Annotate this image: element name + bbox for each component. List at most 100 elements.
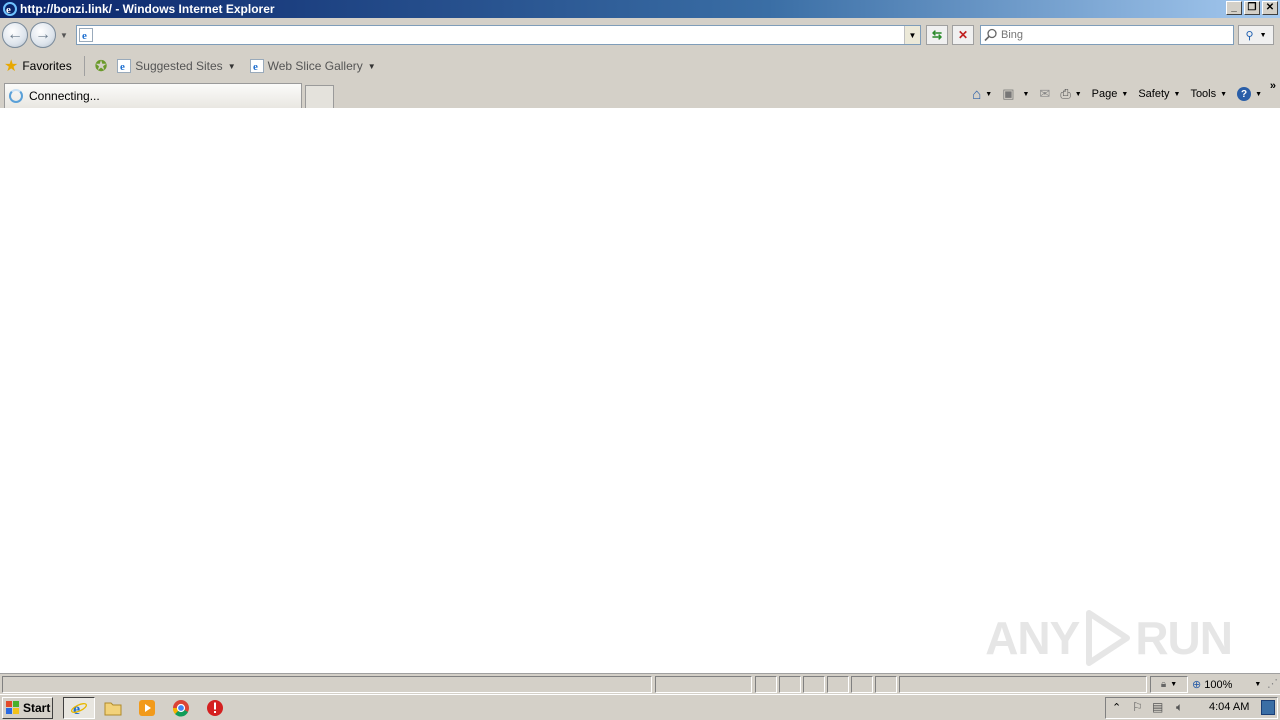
home-icon: ⌂ xyxy=(972,85,982,103)
watermark-play-icon xyxy=(1086,610,1131,666)
page-content[interactable]: ANY RUN xyxy=(0,108,1280,673)
safety-menu[interactable]: Safety ▼ xyxy=(1134,84,1184,104)
svg-text:e: e xyxy=(253,61,258,73)
suggested-sites-ie-icon: e xyxy=(117,59,132,73)
status-panel xyxy=(779,676,801,693)
home-button[interactable]: ⌂ ▼ xyxy=(968,84,996,104)
show-desktop-icon[interactable] xyxy=(1261,700,1275,715)
read-mail-button[interactable]: ✉ xyxy=(1035,84,1054,104)
feeds-icon: ▣ xyxy=(1002,86,1015,101)
chevron-down-icon: ▼ xyxy=(1170,681,1178,688)
title-bar[interactable]: e http://bonzi.link/ - Windows Internet … xyxy=(0,0,1280,18)
search-icon xyxy=(984,28,997,42)
chevron-down-icon: ▼ xyxy=(985,90,993,98)
recent-pages-dropdown[interactable]: ▼ xyxy=(60,31,68,40)
svg-text:e: e xyxy=(120,61,125,73)
search-options-dropdown-icon: ▼ xyxy=(1259,31,1267,39)
window-controls: _ ❐ ✕ xyxy=(1226,1,1278,15)
taskbar-media-player-button[interactable] xyxy=(131,697,163,719)
status-bar: 🔒︎ ▼ ⊕ 100% ▼ ⋰ xyxy=(0,673,1280,693)
explorer-folder-icon xyxy=(104,702,122,716)
status-panel xyxy=(827,676,849,693)
taskbar-stop-app-button[interactable] xyxy=(199,697,231,719)
media-player-icon xyxy=(139,700,155,716)
feeds-button[interactable]: ▣ ▼ xyxy=(998,84,1033,104)
chevron-down-icon: ▼ xyxy=(1173,90,1181,98)
minimize-icon: _ xyxy=(1231,2,1237,13)
web-slice-gallery-label: Web Slice Gallery xyxy=(267,59,363,73)
address-input[interactable] xyxy=(95,27,895,43)
resize-grip-icon[interactable]: ⋰ xyxy=(1267,677,1278,690)
status-panel xyxy=(803,676,825,693)
refresh-button[interactable]: ⇆ xyxy=(926,25,948,45)
start-button[interactable]: Start xyxy=(2,697,53,719)
search-go-button[interactable]: ⚲ ▼ xyxy=(1238,25,1274,45)
network-icon[interactable]: ▤ xyxy=(1152,700,1163,714)
chrome-icon xyxy=(172,700,189,717)
chevron-down-icon: ▼ xyxy=(1022,90,1030,98)
ie-icon: e xyxy=(3,2,17,16)
window-title: http://bonzi.link/ - Windows Internet Ex… xyxy=(20,2,275,16)
add-to-favorites-bar-button[interactable]: ✪ xyxy=(91,55,112,77)
taskbar-ie-button[interactable]: e xyxy=(63,697,95,719)
print-button[interactable]: ⎙ ▼ xyxy=(1056,84,1085,104)
status-panel xyxy=(851,676,873,693)
chevron-down-icon: ▼ xyxy=(1254,681,1262,688)
chevron-down-icon: ▼ xyxy=(227,61,236,71)
protected-mode-button[interactable]: 🔒︎ ▼ xyxy=(1150,676,1188,693)
favorites-bar: ★ Favorites ✪ e Suggested Sites ▼ e Web … xyxy=(0,52,1280,80)
chevron-down-icon: ▼ xyxy=(1220,90,1228,98)
svg-text:e: e xyxy=(6,4,11,16)
help-icon: ? xyxy=(1237,87,1252,101)
favorites-button[interactable]: ★ Favorites xyxy=(0,55,76,77)
web-slice-gallery-link[interactable]: e Web Slice Gallery ▼ xyxy=(249,59,376,73)
lock-icon: 🔒︎ xyxy=(1160,679,1167,690)
chevron-down-icon: ▼ xyxy=(367,61,376,71)
back-button[interactable]: ← xyxy=(2,22,28,48)
tab-active[interactable]: Connecting... xyxy=(4,83,302,108)
minimize-button[interactable]: _ xyxy=(1226,1,1242,15)
show-hidden-icons-icon[interactable]: ⌃ xyxy=(1112,701,1121,714)
clock[interactable]: 4:04 AM xyxy=(1209,701,1249,713)
stop-button[interactable]: ✕ xyxy=(952,25,974,45)
address-bar[interactable]: e ▼ xyxy=(76,25,921,45)
start-label: Start xyxy=(23,701,51,715)
forward-button[interactable]: → xyxy=(30,22,56,48)
taskbar-explorer-button[interactable] xyxy=(97,697,129,719)
more-commands-chevron-icon[interactable]: » xyxy=(1270,80,1276,92)
forward-icon: → xyxy=(35,26,51,43)
tools-menu[interactable]: Tools ▼ xyxy=(1186,84,1231,104)
status-panel xyxy=(875,676,897,693)
address-dropdown-button[interactable]: ▼ xyxy=(904,26,920,44)
new-tab-button[interactable] xyxy=(305,85,334,108)
anyrun-watermark: ANY RUN xyxy=(985,609,1233,667)
add-favorites-icon: ✪ xyxy=(94,58,108,75)
action-center-flag-icon[interactable]: ⚐ xyxy=(1132,700,1143,714)
page-menu[interactable]: Page ▼ xyxy=(1088,84,1133,104)
command-bar: ⌂ ▼ ▣ ▼ ✉ ⎙ ▼ Page ▼ Safety ▼ Tools ▼ ? … xyxy=(968,84,1266,104)
page-menu-label: Page xyxy=(1091,88,1118,100)
zoom-level: 100% xyxy=(1204,678,1233,691)
navigation-bar: ← → ▼ e ▼ ⇆ ✕ ⚲ ▼ xyxy=(0,18,1280,52)
loading-spinner-icon xyxy=(9,89,23,103)
favorites-separator xyxy=(83,56,85,76)
web-slice-ie-icon: e xyxy=(249,59,264,73)
safety-menu-label: Safety xyxy=(1138,88,1170,100)
watermark-right-text: RUN xyxy=(1135,612,1233,664)
volume-icon[interactable]: 🔈︎ xyxy=(1176,700,1183,715)
chevron-down-icon: ▼ xyxy=(1255,90,1262,98)
zone-panel xyxy=(899,676,1147,693)
ie-window: e http://bonzi.link/ - Windows Internet … xyxy=(0,0,1280,720)
suggested-sites-link[interactable]: e Suggested Sites ▼ xyxy=(117,59,236,73)
search-box[interactable] xyxy=(980,25,1234,45)
zoom-control[interactable]: ⊕ 100% ▼ xyxy=(1192,676,1261,693)
tab-label: Connecting... xyxy=(29,89,100,103)
help-menu[interactable]: ? ▼ xyxy=(1233,84,1266,104)
back-icon: ← xyxy=(7,26,23,43)
taskbar: Start e ⌃ ⚐ ▤ 🔈︎ 4:04 AM xyxy=(0,694,1280,720)
close-window-button[interactable]: ✕ xyxy=(1262,1,1278,15)
suggested-sites-label: Suggested Sites xyxy=(135,59,223,73)
search-input[interactable] xyxy=(1001,27,1229,43)
restore-button[interactable]: ❐ xyxy=(1244,1,1260,15)
taskbar-chrome-button[interactable] xyxy=(165,697,197,719)
